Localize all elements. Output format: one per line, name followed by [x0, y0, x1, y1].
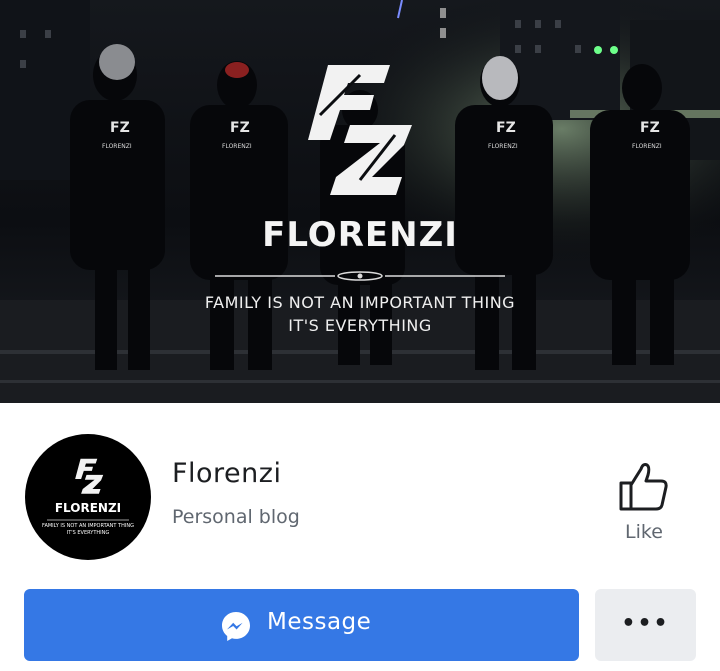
like-button[interactable]: Like — [605, 455, 683, 550]
avatar-fz-logo-icon — [47, 458, 129, 521]
profile-avatar[interactable]: FLORENZI FAMILY IS NOT AN IMPORTANT THIN… — [25, 434, 151, 560]
page-title: Florenzi — [172, 458, 282, 489]
thumbs-up-icon — [619, 463, 668, 511]
avatar-tagline-line2: IT'S EVERYTHING — [66, 530, 110, 536]
svg-text:FLORENZI: FLORENZI — [632, 143, 662, 150]
avatar-tagline-line1: FAMILY IS NOT AN IMPORTANT THING — [42, 523, 134, 529]
avatar-brand-text: FLORENZI — [54, 501, 122, 515]
page-category: Personal blog — [172, 506, 300, 528]
svg-text:FLORENZI: FLORENZI — [488, 143, 518, 150]
message-button[interactable]: Message — [24, 589, 579, 661]
cover-tagline-line1: FAMILY IS NOT AN IMPORTANT THING — [204, 293, 516, 312]
fz-logo-icon — [308, 65, 412, 195]
like-label: Like — [625, 521, 663, 543]
svg-text:FZ: FZ — [496, 120, 516, 136]
messenger-icon — [222, 612, 250, 641]
svg-text:FZ: FZ — [640, 120, 660, 136]
svg-text:FZ: FZ — [110, 120, 130, 136]
cover-photo[interactable]: FLORENZI FLORENZI FLORENZI FLORENZI FZ F… — [0, 0, 720, 403]
svg-text:FLORENZI: FLORENZI — [222, 143, 252, 150]
cover-tagline-line2: IT'S EVERYTHING — [288, 316, 432, 335]
page-header: FLORENZI FAMILY IS NOT AN IMPORTANT THIN… — [0, 403, 720, 671]
jacket-print: FLORENZI — [102, 143, 132, 150]
more-options-button[interactable]: ••• — [595, 589, 696, 661]
svg-text:FZ: FZ — [230, 120, 250, 136]
ornament-divider-icon — [215, 271, 505, 281]
cover-brand-text: FLORENZI — [262, 215, 458, 255]
message-label: Message — [267, 609, 372, 635]
more-dots-icon: ••• — [621, 611, 670, 636]
